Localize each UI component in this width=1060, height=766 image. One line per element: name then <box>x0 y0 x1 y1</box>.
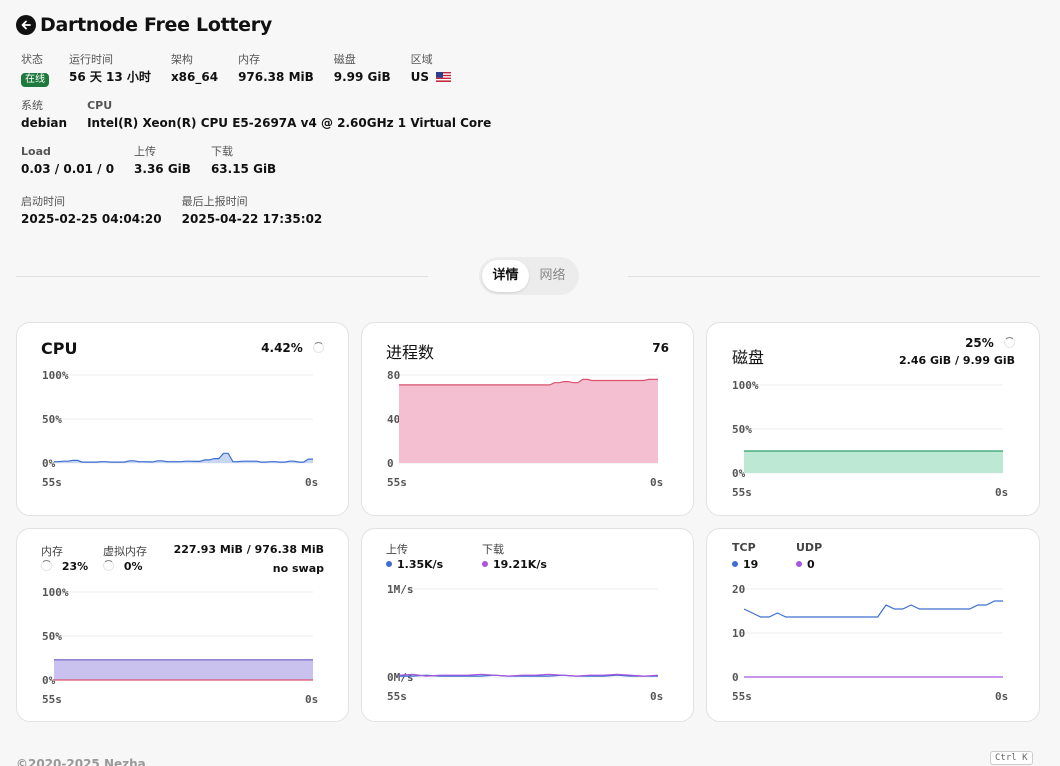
connections-card: TCP 19 UDP 0 20 10 0 55s 0s <box>706 528 1040 722</box>
cpu-chart: 100% 50% 0% 55s 0s <box>42 369 318 489</box>
memory-card: 内存 23% 虚拟内存 0% 227.93 MiB / 976.38 MiB n… <box>16 528 349 722</box>
x-end-label: 0s <box>305 476 318 489</box>
tab-detail[interactable]: 详情 <box>482 260 529 292</box>
back-arrow-icon[interactable] <box>16 15 36 35</box>
cpu-card: CPU 4.42% 100% 50% 0% 55s 0s <box>16 322 349 516</box>
info-status: 状态 在线 <box>21 52 49 87</box>
info-boot-time: 启动时间 2025-02-25 04:04:20 <box>21 195 162 226</box>
memory-chart: 100% 50% 0% 55s 0s <box>42 586 318 706</box>
disk-chart: 100% 50% 0% 55s 0s <box>732 379 1008 499</box>
info-system: 系统 debian <box>21 99 68 130</box>
info-download: 下载 63.15 GiB <box>210 145 277 176</box>
y-tick-label: 1M/s <box>387 583 414 596</box>
region-value: US <box>410 70 430 84</box>
page-header: Dartnode Free Lottery <box>16 14 272 36</box>
info-uptime: 运行时间 56 天 13 小时 <box>69 53 151 84</box>
x-end-label: 0s <box>995 690 1008 703</box>
y-tick-label: 10 <box>732 627 745 640</box>
process-card: 进程数 76 80 40 0 55s 0s <box>361 322 694 516</box>
info-last-report: 最后上报时间 2025-04-22 17:35:02 <box>181 195 323 226</box>
y-tick-label: 50% <box>42 630 62 643</box>
series-line <box>54 452 313 463</box>
footer-copyright: ©2020-2025 Nezha <box>16 757 146 766</box>
tab-switcher: 详情 网络 <box>479 257 579 295</box>
y-tick-label: 0M/s <box>387 671 414 684</box>
y-tick-label: 0% <box>42 674 56 687</box>
info-row-2: 系统 debian CPU Intel(R) Xeon(R) CPU E5-26… <box>21 98 511 131</box>
x-end-label: 0s <box>650 476 663 489</box>
series-area <box>54 659 313 680</box>
info-row-1: 状态 在线 运行时间 56 天 13 小时 架构 x86_64 内存 976.3… <box>21 52 471 87</box>
x-start-label: 55s <box>42 476 62 489</box>
network-card: 上传 1.35K/s 下载 19.21K/s 1M/s 0M/s 55s 0s <box>361 528 694 722</box>
info-row-4: 启动时间 2025-02-25 04:04:20 最后上报时间 2025-04-… <box>21 194 342 227</box>
divider-left <box>16 276 428 277</box>
x-start-label: 55s <box>732 690 752 703</box>
info-disk: 磁盘 9.99 GiB <box>333 53 391 84</box>
y-tick-label: 50% <box>732 423 752 436</box>
y-tick-label: 0 <box>732 671 739 684</box>
x-start-label: 55s <box>42 693 62 706</box>
process-chart: 80 40 0 55s 0s <box>387 369 663 489</box>
y-tick-label: 0% <box>42 457 56 470</box>
disk-card: 磁盘 25% 2.46 GiB / 9.99 GiB 100% 50% 0% 55s 0… <box>706 322 1040 516</box>
page-title: Dartnode Free Lottery <box>40 14 272 36</box>
y-tick-label: 0% <box>732 467 746 480</box>
info-row-3: Load 0.03 / 0.01 / 0 上传 3.36 GiB 下载 63.1… <box>21 144 296 177</box>
network-chart: 1M/s 0M/s 55s 0s <box>387 583 663 703</box>
y-tick-label: 40 <box>387 413 400 426</box>
x-end-label: 0s <box>650 690 663 703</box>
series-area <box>744 451 1003 473</box>
connections-chart: 20 10 0 55s 0s <box>732 583 1008 703</box>
y-tick-label: 80 <box>387 369 400 382</box>
info-region: 区域 US <box>411 52 452 87</box>
x-start-label: 55s <box>387 476 407 489</box>
info-upload: 上传 3.36 GiB <box>134 145 191 176</box>
y-tick-label: 50% <box>42 413 62 426</box>
info-memory: 内存 976.38 MiB <box>238 53 314 84</box>
info-load: Load 0.03 / 0.01 / 0 <box>21 145 115 176</box>
divider-right <box>628 276 1040 277</box>
info-arch: 架构 x86_64 <box>170 53 219 84</box>
x-end-label: 0s <box>995 486 1008 499</box>
y-tick-label: 20 <box>732 583 745 596</box>
command-shortcut-hint[interactable]: Ctrl K <box>990 751 1033 765</box>
y-tick-label: 100% <box>732 379 759 392</box>
x-end-label: 0s <box>305 693 318 706</box>
series-area <box>399 379 658 463</box>
tab-network[interactable]: 网络 <box>529 260 576 292</box>
y-tick-label: 100% <box>42 586 69 599</box>
us-flag-icon <box>436 72 452 82</box>
status-badge: 在线 <box>21 73 49 87</box>
info-cpu: CPU Intel(R) Xeon(R) CPU E5-2697A v4 @ 2… <box>87 99 492 130</box>
x-start-label: 55s <box>732 486 752 499</box>
y-tick-label: 0 <box>387 457 394 470</box>
y-tick-label: 100% <box>42 369 69 382</box>
x-start-label: 55s <box>387 690 407 703</box>
series-line <box>743 600 1003 618</box>
